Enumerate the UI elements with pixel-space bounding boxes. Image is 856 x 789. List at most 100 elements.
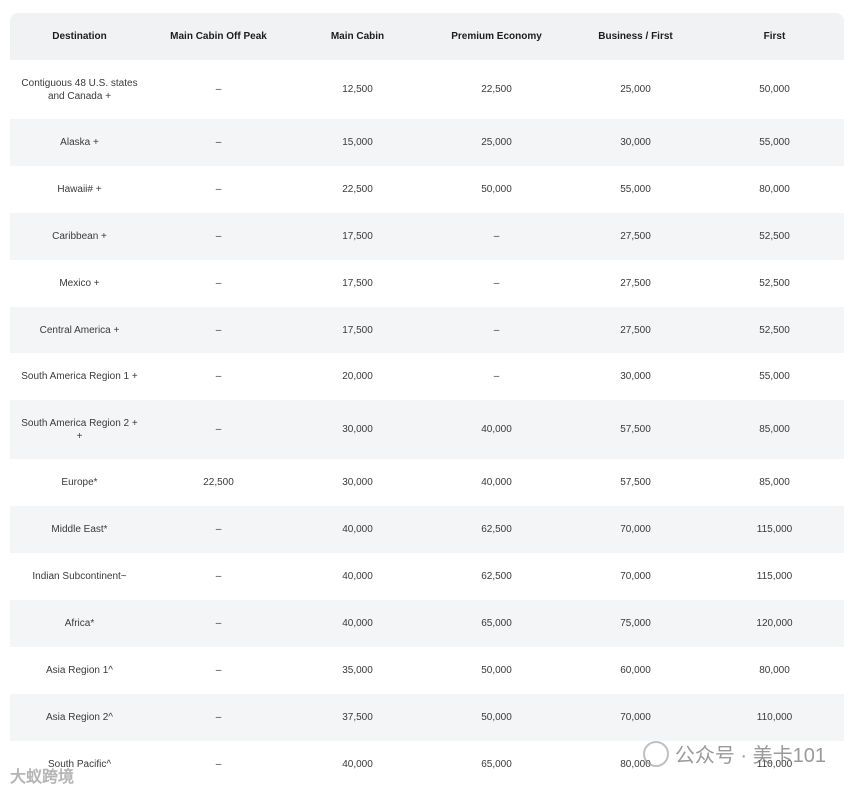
table-row: South America Region 2 + + – 30,000 40,000 5… — [10, 400, 844, 459]
cell-destination: Caribbean + — [52, 231, 107, 242]
cell-destination: South America Region 1 + — [21, 371, 138, 382]
wechat-logo-icon — [642, 740, 669, 767]
cell-business-first: 70,000 — [620, 571, 651, 582]
header-first: First — [763, 31, 786, 42]
cell-first: 52,500 — [759, 324, 790, 336]
watermark-right: 公众号 · 美卡101 — [642, 739, 826, 768]
cell-first: 52,500 — [759, 231, 790, 242]
table-row: Asia Region 1^ – 35,000 50,000 60,000 80,000 — [10, 647, 844, 694]
cell-destination: Africa* — [64, 618, 95, 629]
cell-destination: Alaska + — [60, 137, 99, 148]
cell-premium-economy: 25,000 — [481, 137, 512, 148]
cell-main-cabin-off-peak: – — [215, 424, 222, 435]
cell-main-cabin: 30,000 — [342, 424, 373, 435]
table-row: Central America + – 17,500 – 27,500 52,500 — [10, 307, 844, 353]
cell-business-first: 25,000 — [620, 84, 651, 95]
cell-main-cabin-off-peak: – — [215, 712, 222, 723]
cell-premium-economy: 50,000 — [481, 665, 512, 676]
cell-destination: Asia Region 2^ — [46, 712, 113, 723]
header-business-first: Business / First — [598, 31, 673, 42]
table-row: Contiguous 48 U.S. states and Canada + – 1… — [10, 60, 844, 119]
watermark-text: 公众号 · 美卡101 — [674, 745, 826, 767]
cell-business-first: 75,000 — [620, 618, 651, 629]
cell-first: 85,000 — [759, 424, 790, 435]
table-row: Africa* – 40,000 65,000 75,000 120,000 — [10, 600, 844, 647]
cell-destination: Asia Region 1^ — [46, 665, 113, 676]
award-chart-table: Destination Main Cabin Off Peak Main Cab… — [10, 13, 844, 788]
cell-premium-economy: – — [493, 324, 500, 336]
cell-premium-economy: 62,500 — [481, 571, 512, 582]
cell-premium-economy: – — [493, 231, 500, 242]
cell-main-cabin-off-peak: – — [215, 137, 222, 148]
cell-destination: Contiguous 48 U.S. states and Canada + — [21, 77, 138, 102]
cell-business-first: 57,500 — [620, 477, 651, 488]
cell-main-cabin-off-peak: – — [215, 665, 222, 676]
cell-first: 80,000 — [759, 665, 790, 676]
cell-premium-economy: 40,000 — [481, 477, 512, 488]
header-main-cabin: Main Cabin — [330, 31, 385, 42]
cell-main-cabin: 22,500 — [342, 184, 373, 195]
cell-first: 50,000 — [759, 84, 790, 95]
cell-main-cabin: 40,000 — [342, 618, 373, 629]
cell-main-cabin: 35,000 — [342, 665, 373, 676]
cell-premium-economy: 62,500 — [481, 524, 512, 535]
cell-main-cabin-off-peak: 22,500 — [203, 477, 234, 488]
cell-business-first: 57,500 — [620, 424, 651, 435]
cell-first: 115,000 — [756, 524, 793, 535]
cell-premium-economy: 65,000 — [481, 759, 512, 770]
cell-business-first: 27,500 — [620, 278, 651, 289]
cell-first: 110,000 — [756, 712, 793, 723]
cell-main-cabin: 40,000 — [342, 571, 373, 582]
cell-main-cabin-off-peak: – — [215, 618, 222, 629]
header-premium-economy: Premium Economy — [451, 31, 542, 42]
cell-premium-economy: 65,000 — [481, 618, 512, 629]
cell-premium-economy: 40,000 — [481, 424, 512, 435]
table-body: Contiguous 48 U.S. states and Canada + – 1… — [10, 60, 844, 788]
cell-main-cabin-off-peak: – — [215, 571, 222, 582]
table-row: Europe* 22,500 30,000 40,000 57,500 85,000 — [10, 459, 844, 506]
cell-premium-economy: 50,000 — [481, 184, 512, 195]
cell-business-first: 30,000 — [620, 371, 651, 382]
cell-destination: Middle East* — [51, 524, 108, 535]
cell-main-cabin: 30,000 — [342, 477, 373, 488]
cell-destination: Indian Subcontinent~ — [32, 571, 127, 582]
header-main-cabin-off-peak: Main Cabin Off Peak — [170, 31, 267, 42]
cell-main-cabin-off-peak: – — [215, 231, 222, 242]
cell-business-first: 70,000 — [620, 524, 651, 535]
cell-business-first: 70,000 — [620, 712, 651, 723]
cell-main-cabin: 17,500 — [342, 324, 373, 336]
table-row: Mexico + – 17,500 – 27,500 52,500 — [10, 260, 844, 307]
cell-first: 52,500 — [759, 278, 790, 289]
cell-premium-economy: – — [493, 371, 500, 382]
cell-first: 115,000 — [756, 571, 793, 582]
cell-destination: South America Region 2 + + — [21, 417, 138, 442]
cell-main-cabin-off-peak: – — [215, 371, 222, 382]
cell-business-first: 27,500 — [620, 324, 651, 336]
cell-main-cabin: 17,500 — [342, 231, 373, 242]
cell-main-cabin: 20,000 — [342, 371, 373, 382]
cell-main-cabin: 17,500 — [342, 278, 373, 289]
cell-main-cabin-off-peak: – — [215, 278, 222, 289]
cell-business-first: 30,000 — [620, 137, 651, 148]
table-row: Middle East* – 40,000 62,500 70,000 115,000 — [10, 506, 844, 553]
table-header-row: Destination Main Cabin Off Peak Main Cab… — [10, 13, 844, 60]
cell-first: 80,000 — [759, 184, 790, 195]
cell-business-first: 55,000 — [620, 184, 651, 195]
cell-main-cabin: 15,000 — [342, 137, 373, 148]
cell-first: 120,000 — [756, 618, 793, 629]
cell-first: 55,000 — [759, 371, 790, 382]
cell-first: 85,000 — [759, 477, 790, 488]
cell-premium-economy: 22,500 — [481, 84, 512, 95]
cell-main-cabin-off-peak: – — [215, 84, 222, 95]
cell-first: 55,000 — [759, 137, 790, 148]
table-row: Alaska + – 15,000 25,000 30,000 55,000 — [10, 119, 844, 166]
cell-main-cabin-off-peak: – — [215, 324, 222, 336]
watermark-left: 大蚁跨境 — [10, 769, 75, 786]
cell-main-cabin: 37,500 — [342, 712, 373, 723]
header-destination: Destination — [52, 31, 107, 42]
cell-premium-economy: – — [493, 278, 500, 289]
cell-premium-economy: 50,000 — [481, 712, 512, 723]
cell-destination: Europe* — [61, 477, 98, 488]
cell-main-cabin: 40,000 — [342, 524, 373, 535]
cell-main-cabin-off-peak: – — [215, 759, 222, 770]
